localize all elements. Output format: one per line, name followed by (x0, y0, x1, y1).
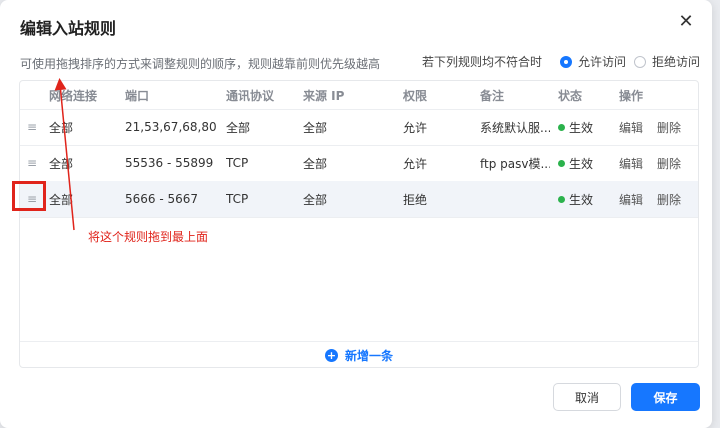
status-dot-icon (558, 195, 565, 203)
edit-button[interactable]: 编辑 (619, 119, 649, 136)
radio-deny-label: 拒绝访问 (651, 55, 700, 69)
radio-unchecked-icon (633, 55, 646, 68)
header-network: 网络连接 (49, 88, 98, 103)
table-header: 网络连接 端口 通讯协议 来源 IP 权限 备注 状态 操作 (20, 81, 698, 110)
add-rule-label: 新增一条 (344, 349, 393, 363)
cell-source: 全部 (303, 156, 328, 171)
plus-circle-icon: + (324, 349, 338, 362)
cell-source: 全部 (303, 120, 328, 135)
annotation-text: 将这个规则拖到最上面 (88, 230, 209, 244)
status-dot-icon (558, 123, 565, 131)
radio-deny[interactable]: 拒绝访问 (633, 53, 700, 70)
save-button[interactable]: 保存 (631, 383, 700, 411)
header-port: 端口 (125, 88, 150, 103)
cell-protocol: TCP (226, 192, 249, 206)
cell-port: 55536 - 55899 (125, 156, 214, 170)
delete-button[interactable]: 删除 (657, 191, 687, 208)
table-row[interactable]: ≡ 全部 21,53,67,68,80,1... 全部 全部 允许 系统默认服.… (20, 109, 698, 146)
default-policy-label: 若下列规则均不符合时 (421, 55, 542, 69)
header-note: 备注 (480, 88, 505, 103)
radio-allow-label: 允许访问 (577, 55, 626, 69)
cell-status: 生效 (558, 191, 618, 208)
delete-button[interactable]: 删除 (657, 119, 687, 136)
edit-inbound-rules-dialog: 编辑入站规则 ✕ 可使用拖拽排序的方式来调整规则的顺序，规则越靠前则优先级越高 … (0, 0, 712, 428)
cell-port: 5666 - 5667 (125, 192, 199, 206)
cell-note: ftp pasv模... (480, 156, 550, 171)
radio-checked-icon (559, 55, 572, 68)
add-rule-button[interactable]: + 新增一条 (20, 341, 698, 369)
header-status: 状态 (558, 88, 583, 103)
cell-note: 系统默认服... (480, 120, 550, 135)
cell-network: 全部 (49, 120, 74, 135)
drag-handle-icon[interactable]: ≡ (26, 192, 38, 206)
dialog-title: 编辑入站规则 (20, 19, 117, 38)
cell-permission: 拒绝 (403, 192, 428, 207)
delete-button[interactable]: 删除 (657, 155, 687, 172)
radio-allow[interactable]: 允许访问 (559, 53, 626, 70)
cell-source: 全部 (303, 192, 328, 207)
table-row[interactable]: ≡ 全部 5666 - 5667 TCP 全部 拒绝 生效 编辑 删除 (20, 181, 698, 218)
cell-permission: 允许 (403, 156, 428, 171)
cell-protocol: TCP (226, 156, 249, 170)
default-policy: 若下列规则均不符合时 允许访问 拒绝访问 (422, 53, 700, 70)
header-source: 来源 IP (303, 88, 345, 103)
cell-protocol: 全部 (226, 120, 251, 135)
header-protocol: 通讯协议 (226, 88, 275, 103)
sort-hint: 可使用拖拽排序的方式来调整规则的顺序，规则越靠前则优先级越高 (20, 57, 381, 71)
drag-handle-icon[interactable]: ≡ (26, 120, 38, 134)
status-dot-icon (558, 159, 565, 167)
table-row[interactable]: ≡ 全部 55536 - 55899 TCP 全部 允许 ftp pasv模..… (20, 145, 698, 182)
cell-network: 全部 (49, 192, 74, 207)
cancel-button[interactable]: 取消 (553, 383, 621, 411)
rules-table: 网络连接 端口 通讯协议 来源 IP 权限 备注 状态 操作 ≡ 全部 21,5… (19, 80, 699, 368)
status-text: 生效 (569, 192, 594, 207)
status-text: 生效 (569, 120, 594, 135)
cell-port: 21,53,67,68,80,1... (125, 120, 217, 134)
status-text: 生效 (569, 156, 594, 171)
header-permission: 权限 (403, 88, 428, 103)
cell-network: 全部 (49, 156, 74, 171)
cell-permission: 允许 (403, 120, 428, 135)
drag-handle-icon[interactable]: ≡ (26, 156, 38, 170)
header-actions: 操作 (619, 88, 644, 103)
edit-button[interactable]: 编辑 (619, 155, 649, 172)
close-icon[interactable]: ✕ (676, 12, 696, 32)
cell-status: 生效 (558, 119, 618, 136)
cell-status: 生效 (558, 155, 618, 172)
edit-button[interactable]: 编辑 (619, 191, 649, 208)
